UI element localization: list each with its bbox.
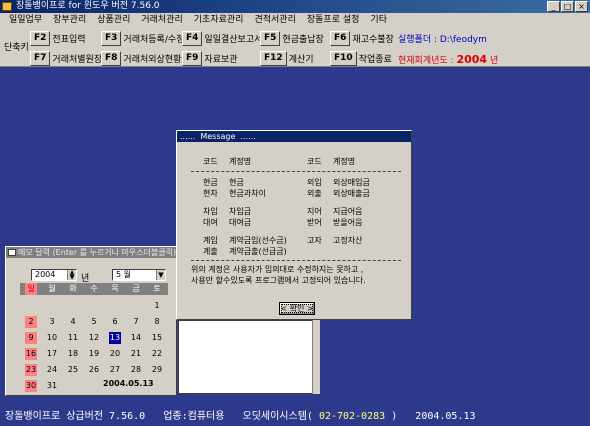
calendar-day[interactable]: 25 — [67, 364, 79, 376]
year-spinner[interactable]: 2004 ▲ ▼ — [31, 269, 77, 281]
message-body: 코드 계정명 코드 계정명 현금 현금 외입 외상매입금 현차 현금과차이 외출 외상매출금… — [177, 142, 411, 319]
memo-calendar-window: 메모 달력 (Enter 를 누르거나 마우스더블클릭) 2004 ▲ ▼ 년 5… — [5, 246, 177, 396]
message-note-line1: 위의 계정은 사용자가 임의대로 수정하지는 못하고 , — [191, 265, 364, 274]
calendar-day[interactable]: 1 — [151, 300, 163, 312]
calendar-day[interactable]: 3 — [46, 316, 58, 328]
message-title-bar: ...... Message ...... — [177, 131, 411, 142]
calendar-day[interactable]: 31 — [46, 380, 58, 392]
message-dialog: ...... Message ...... 코드 계정명 코드 계정명 현금 현금… — [176, 130, 412, 320]
calendar-day[interactable]: 18 — [67, 348, 79, 360]
calendar-day[interactable]: 21 — [130, 348, 142, 360]
status-bar: 장돌뱅이프로 상급버전 7.56.0 업종:컴퓨터용 오딧세이시스템( 02-7… — [0, 407, 590, 426]
menu-quotes[interactable]: 견적서관리 — [249, 13, 301, 27]
memo-text-area[interactable] — [178, 320, 318, 394]
memo-scrollbar[interactable] — [312, 320, 320, 394]
chevron-down-icon[interactable]: ▼ — [156, 270, 165, 280]
menu-clients[interactable]: 거래처관리 — [136, 13, 188, 27]
status-info: 장돌뱅이프로 상급버전 7.56.0 업종:컴퓨터용 오딧세이시스템( — [5, 411, 313, 422]
calendar-day[interactable]: 5 — [88, 316, 100, 328]
calendar-day[interactable]: 17 — [46, 348, 58, 360]
calendar-day[interactable]: 27 — [109, 364, 121, 376]
close-button[interactable]: × — [575, 1, 588, 12]
weekday-header-2: 화 — [69, 284, 77, 293]
account-code-header: 코드 계정명 코드 계정명 — [203, 157, 356, 166]
calendar-day[interactable]: 23 — [25, 364, 37, 376]
shortcut-toolbar: 단축키 F2 전표입력 F3 거래처등록/수정 F4 일일결산보고서 F5 현금출납장 … — [0, 27, 590, 67]
menu-other[interactable]: 기타 — [365, 13, 393, 27]
calendar-day[interactable]: 14 — [130, 332, 142, 344]
calendar-day[interactable]: 26 — [88, 364, 100, 376]
calendar-day[interactable]: 10 — [46, 332, 58, 344]
shortcut-f12-calculator[interactable]: F12 계산기 — [260, 50, 314, 66]
run-folder-label: 실행폴더 : D:\feodym — [398, 35, 487, 45]
spinner-arrows-icon[interactable]: ▲ ▼ — [67, 270, 76, 281]
weekday-header-4: 목 — [111, 284, 119, 293]
account-row: 계출 계약금출(선급금) — [203, 247, 287, 256]
month-select[interactable]: 5 월 ▼ — [112, 269, 166, 281]
weekday-header-1: 월 — [48, 284, 56, 293]
account-row: 차입 차입금 지어 지급어음 — [203, 207, 363, 216]
calendar-day[interactable]: 13 — [109, 332, 121, 344]
calendar-day[interactable]: 30 — [25, 380, 37, 392]
shortcut-f10-exit[interactable]: F10 작업종료 — [330, 50, 392, 66]
fiscal-year-label: 현재회계년도 : 2004 년 — [398, 53, 499, 66]
shortcut-f8-receivables[interactable]: F8 거래처외상현황 — [101, 50, 181, 66]
weekday-header: 일월화수목금토 — [20, 283, 168, 295]
memo-calendar-title-bar: 메모 달력 (Enter 를 누르거나 마우스더블클릭) — [6, 247, 176, 258]
divider — [191, 171, 401, 172]
account-row: 계입 계약금입(선수금) 고자 고정자산 — [203, 236, 363, 245]
calendar-day[interactable]: 4 — [67, 316, 79, 328]
app-icon — [2, 2, 12, 11]
message-note-line2: 사용만 할수있도록 프로그램에서 고정되어 있습니다. — [191, 276, 366, 285]
shortcut-f6-inventory[interactable]: F6 재고수불장 — [330, 30, 394, 46]
window-title: 장돌뱅이프로 for 윈도우 버전 7.56.0 — [16, 1, 160, 11]
shortcut-f5-cashbook[interactable]: F5 현금출납장 — [260, 30, 324, 46]
fiscal-year-value: 2004 — [456, 53, 488, 66]
shortcut-f7-client-ledger[interactable]: F7 거래처별원장 — [30, 50, 102, 66]
calendar-day[interactable]: 19 — [88, 348, 100, 360]
calendar-day[interactable]: 7 — [130, 316, 142, 328]
calendar-day[interactable]: 22 — [151, 348, 163, 360]
menu-products[interactable]: 상품관리 — [92, 13, 136, 27]
calendar-day[interactable]: 20 — [109, 348, 121, 360]
shortcut-f4-daily-report[interactable]: F4 일일결산보고서 — [182, 30, 262, 46]
shortcut-f2-voucher-entry[interactable]: F2 전표입력 — [30, 30, 86, 46]
calendar-day[interactable]: 11 — [67, 332, 79, 344]
maximize-button[interactable]: □ — [561, 1, 574, 12]
shortcut-f9-backup[interactable]: F9 자료보관 — [182, 50, 238, 66]
weekday-header-3: 수 — [90, 284, 98, 293]
shortcut-label: 단축키 — [4, 43, 29, 53]
menu-bar: 일일업무 장부관리 상품관리 거래처관리 기초자료관리 견적서관리 장돌프로 설… — [0, 13, 590, 27]
status-phone: 02-702-0283 — [312, 411, 392, 422]
account-row: 현차 현금과차이 외출 외상매출금 — [203, 189, 370, 198]
minimize-button[interactable]: _ — [547, 1, 560, 12]
ok-button[interactable]: < 확인 > — [279, 302, 315, 315]
weekday-header-5: 금 — [132, 284, 140, 293]
menu-base-data[interactable]: 기초자료관리 — [189, 13, 250, 27]
calendar-day[interactable]: 16 — [25, 348, 37, 360]
shortcut-f3-client-edit[interactable]: F3 거래처등록/수정 — [101, 30, 184, 46]
weekday-header-0: 일 — [25, 283, 37, 295]
calendar-selected-date: 2004.05.13 — [103, 379, 154, 388]
calendar-day[interactable]: 6 — [109, 316, 121, 328]
calendar-day[interactable]: 24 — [46, 364, 58, 376]
menu-daily-work[interactable]: 일일업무 — [4, 13, 48, 27]
calendar-day[interactable]: 29 — [151, 364, 163, 376]
calendar-day[interactable]: 9 — [25, 332, 37, 344]
calendar-day[interactable]: 15 — [151, 332, 163, 344]
calendar-day[interactable]: 2 — [25, 316, 37, 328]
menu-ledger[interactable]: 장부관리 — [48, 13, 92, 27]
calendar-day[interactable]: 12 — [88, 332, 100, 344]
weekday-header-6: 토 — [153, 284, 161, 293]
calendar-day[interactable]: 8 — [151, 316, 163, 328]
status-date: ) 2004.05.13 — [391, 411, 476, 422]
calendar-day[interactable]: 28 — [130, 364, 142, 376]
account-row: 현금 현금 외입 외상매입금 — [203, 178, 370, 187]
menu-settings[interactable]: 장돌프로 설정 — [302, 13, 366, 27]
title-bar: 장돌뱅이프로 for 윈도우 버전 7.56.0 _ □ × — [0, 0, 590, 13]
account-row: 대여 대여금 받어 받을어음 — [203, 218, 363, 227]
window-icon — [8, 249, 16, 256]
divider — [191, 260, 401, 261]
